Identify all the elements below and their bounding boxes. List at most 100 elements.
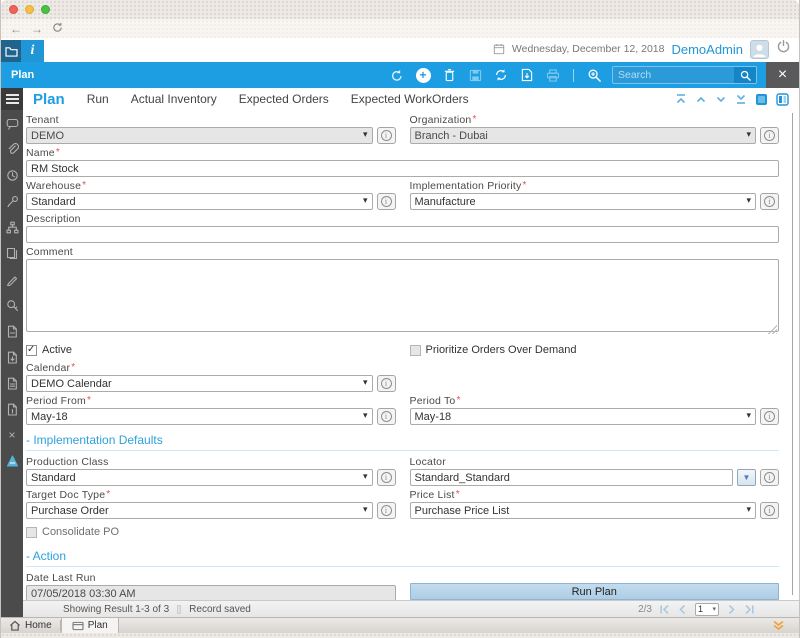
csv-file-icon[interactable] (1, 370, 23, 396)
undo-icon[interactable] (389, 67, 405, 83)
calendar-info-button[interactable] (377, 375, 396, 392)
minimize-window-button[interactable] (25, 5, 34, 14)
user-menu[interactable]: DemoAdmin (671, 42, 743, 57)
folder-tab[interactable] (1, 40, 21, 62)
tab-actual-inventory[interactable]: Actual Inventory (131, 92, 217, 106)
tab-plan[interactable]: Plan (33, 91, 65, 108)
tab-expected-orders[interactable]: Expected Orders (239, 92, 329, 106)
active-checkbox[interactable] (26, 345, 37, 356)
add-record-icon[interactable]: + (415, 67, 431, 83)
field-tenant: Tenant DEMO (26, 111, 396, 144)
split-pane-icon[interactable] (776, 93, 789, 106)
comment-textarea[interactable] (26, 259, 779, 332)
logout-icon[interactable] (776, 39, 791, 59)
zoom-icon[interactable] (586, 67, 602, 83)
period-from-select[interactable]: May-18 (26, 408, 373, 425)
locator-input[interactable] (410, 469, 734, 486)
info-tab[interactable]: i (21, 40, 44, 62)
section-implementation-defaults[interactable]: - Implementation Defaults (26, 425, 779, 451)
description-input[interactable] (26, 226, 779, 243)
prioritize-label: Prioritize Orders Over Demand (426, 344, 577, 356)
period-to-select[interactable]: May-18 (410, 408, 757, 425)
taskbar-tab-plan[interactable]: Plan (61, 618, 119, 633)
production-class-select[interactable]: Standard (26, 469, 373, 486)
previous-record-icon[interactable] (695, 93, 707, 105)
menu-icon[interactable] (1, 88, 23, 110)
tab-expected-workorders[interactable]: Expected WorkOrders (351, 92, 469, 106)
collapse-taskbar-icon[interactable] (772, 618, 799, 633)
locator-dropdown-button[interactable] (737, 469, 756, 486)
locator-info-button[interactable] (760, 469, 779, 486)
refresh-icon[interactable] (493, 67, 509, 83)
run-plan-button[interactable]: Run Plan (410, 583, 780, 600)
organization-info-button[interactable] (760, 127, 779, 144)
implementation-priority-select[interactable]: Manufacture (410, 193, 757, 210)
section-action[interactable]: - Action (26, 541, 779, 567)
target-doc-type-info-button[interactable] (377, 502, 396, 519)
page-select[interactable]: 1 (695, 603, 719, 616)
import-file-icon[interactable] (1, 344, 23, 370)
warehouse-info-button[interactable] (377, 193, 396, 210)
folder-icon (5, 46, 18, 57)
close-icon[interactable]: × (1, 422, 23, 448)
warehouse-select[interactable]: Standard (26, 193, 373, 210)
forward-icon[interactable]: → (31, 23, 43, 35)
back-icon[interactable]: ← (10, 23, 22, 35)
workflow-icon[interactable] (1, 214, 23, 240)
target-doc-type-select[interactable]: Purchase Order (26, 502, 373, 519)
active-label: Active (42, 344, 72, 356)
field-implementation-priority: Implementation Priority Manufacture (410, 177, 780, 210)
locator-label: Locator (410, 456, 780, 468)
prioritize-checkbox[interactable] (410, 345, 421, 356)
field-active: Active (26, 344, 396, 356)
tab-run[interactable]: Run (87, 92, 109, 106)
single-pane-icon[interactable] (755, 93, 768, 106)
avatar[interactable] (750, 40, 769, 59)
browser-titlebar (1, 0, 799, 19)
reload-icon[interactable] (52, 22, 63, 35)
price-list-info-button[interactable] (760, 502, 779, 519)
report-icon[interactable] (519, 67, 535, 83)
chat-icon[interactable] (1, 110, 23, 136)
history-icon[interactable] (1, 162, 23, 188)
close-window-button[interactable] (9, 5, 18, 14)
taskbar-home[interactable]: Home (1, 618, 60, 633)
name-input[interactable] (26, 160, 779, 177)
search-input[interactable] (613, 69, 734, 81)
customize-icon[interactable] (1, 188, 23, 214)
period-from-info-button[interactable] (377, 408, 396, 425)
price-list-select[interactable]: Purchase Price List (410, 502, 757, 519)
last-page-icon[interactable] (744, 604, 755, 615)
current-date: Wednesday, December 12, 2018 (512, 43, 665, 55)
delete-icon[interactable] (441, 67, 457, 83)
scrollbar[interactable] (792, 113, 793, 595)
attachment-icon[interactable] (1, 136, 23, 162)
first-page-icon[interactable] (659, 604, 670, 615)
copy-icon[interactable] (1, 240, 23, 266)
record-access-icon[interactable] (1, 292, 23, 318)
close-window-tab-button[interactable] (766, 62, 799, 88)
calendar-select[interactable]: DEMO Calendar (26, 375, 373, 392)
search-icon[interactable] (734, 66, 756, 84)
tenant-info-button[interactable] (377, 127, 396, 144)
sign-icon[interactable] (1, 266, 23, 292)
calendar-icon (493, 43, 505, 55)
field-name: Name (26, 147, 779, 177)
implementation-priority-info-button[interactable] (760, 193, 779, 210)
date-last-run-label: Date Last Run (26, 572, 396, 584)
zoom-window-button[interactable] (41, 5, 50, 14)
next-page-icon[interactable] (726, 604, 737, 615)
field-organization: Organization Branch - Dubai (410, 111, 780, 144)
archive-file-icon[interactable] (1, 396, 23, 422)
next-record-icon[interactable] (715, 93, 727, 105)
period-to-info-button[interactable] (760, 408, 779, 425)
consolidate-po-checkbox[interactable] (26, 527, 37, 538)
previous-page-icon[interactable] (677, 604, 688, 615)
export-file-icon[interactable] (1, 318, 23, 344)
production-class-info-button[interactable] (377, 469, 396, 486)
last-record-icon[interactable] (735, 93, 747, 105)
first-record-icon[interactable] (675, 93, 687, 105)
search-box (612, 66, 757, 84)
help-icon[interactable] (1, 448, 23, 474)
desktop-background (1, 633, 799, 638)
